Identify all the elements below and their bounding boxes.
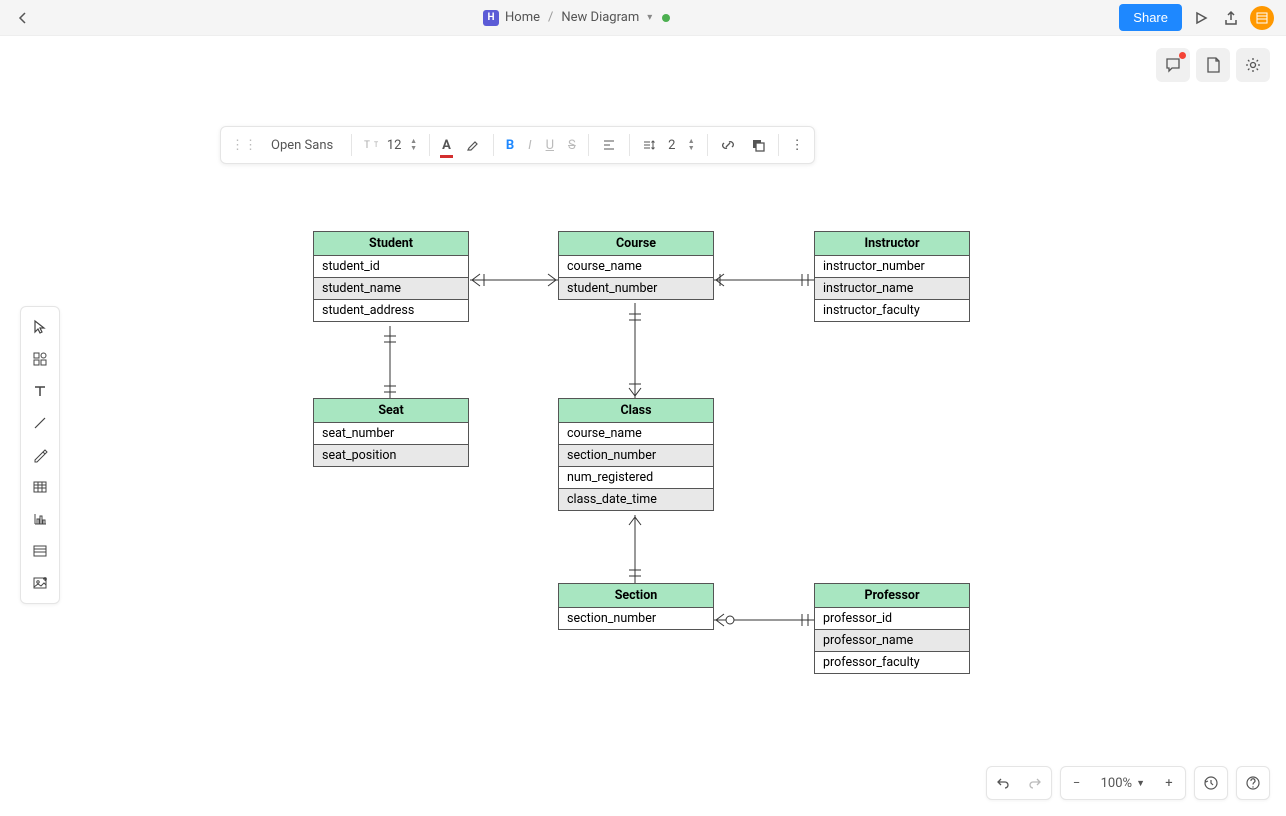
entity-title: Class [559, 399, 713, 423]
pen-tool[interactable] [25, 441, 55, 469]
entity-title: Instructor [815, 232, 969, 256]
entity-row[interactable]: student_number [559, 278, 713, 299]
align-button[interactable] [595, 130, 623, 160]
table-tool[interactable] [25, 473, 55, 501]
chevron-down-icon[interactable]: ▾ [647, 12, 652, 23]
sync-status-icon [662, 14, 670, 22]
settings-button[interactable] [1236, 48, 1270, 82]
zoom-in-button[interactable]: + [1153, 767, 1185, 799]
breadcrumb: H Home / New Diagram ▾ [34, 10, 1119, 26]
back-button[interactable] [12, 7, 34, 29]
entity-row[interactable]: course_name [559, 256, 713, 278]
entity-row[interactable]: student_address [314, 300, 468, 321]
font-size-input[interactable]: TT 12 ▲▼ [358, 130, 423, 160]
history-button[interactable] [1195, 767, 1227, 799]
entity-section[interactable]: Section section_number [558, 583, 714, 630]
strikethrough-button[interactable]: S [562, 130, 582, 160]
notification-dot [1179, 52, 1186, 59]
bottom-controls: − 100%▼ + [986, 766, 1270, 800]
entity-title: Student [314, 232, 468, 256]
line-tool[interactable] [25, 409, 55, 437]
entity-row[interactable]: instructor_name [815, 278, 969, 300]
help-button[interactable] [1237, 767, 1269, 799]
entity-course[interactable]: Course course_name student_number [558, 231, 714, 300]
bold-button[interactable]: B [500, 130, 520, 160]
notes-button[interactable] [1196, 48, 1230, 82]
document-name[interactable]: New Diagram [561, 10, 639, 25]
export-button[interactable] [1220, 7, 1242, 29]
app-header: H Home / New Diagram ▾ Share [0, 0, 1286, 36]
entity-title: Course [559, 232, 713, 256]
entity-row[interactable]: class_date_time [559, 489, 713, 510]
drag-handle-icon[interactable]: ⋮⋮ [225, 138, 263, 153]
entity-row[interactable]: seat_position [314, 445, 468, 466]
frame-tool[interactable] [25, 537, 55, 565]
entity-row[interactable]: professor_id [815, 608, 969, 630]
entity-row[interactable]: student_id [314, 256, 468, 278]
breadcrumb-separator: / [548, 10, 553, 25]
entity-title: Seat [314, 399, 468, 423]
entity-row[interactable]: section_number [559, 608, 713, 629]
entity-row[interactable]: professor_name [815, 630, 969, 652]
entity-title: Professor [815, 584, 969, 608]
entity-student[interactable]: Student student_id student_name student_… [313, 231, 469, 322]
select-tool[interactable] [25, 313, 55, 341]
entity-instructor[interactable]: Instructor instructor_number instructor_… [814, 231, 970, 322]
highlight-button[interactable] [459, 130, 487, 160]
layer-button[interactable] [744, 130, 772, 160]
zoom-level[interactable]: 100%▼ [1093, 767, 1153, 799]
entity-seat[interactable]: Seat seat_number seat_position [313, 398, 469, 467]
canvas[interactable]: ⋮⋮ Open Sans TT 12 ▲▼ A B I U S 2 ▲▼ ⋮ [0, 36, 1286, 816]
link-button[interactable] [714, 130, 742, 160]
present-button[interactable] [1190, 7, 1212, 29]
entity-title: Section [559, 584, 713, 608]
zoom-out-button[interactable]: − [1061, 767, 1093, 799]
italic-button[interactable]: I [522, 130, 537, 160]
app-logo: H [483, 10, 499, 26]
font-family-selector[interactable]: Open Sans [265, 130, 345, 160]
user-avatar[interactable] [1250, 6, 1274, 30]
canvas-top-controls [1156, 48, 1270, 82]
entity-row[interactable]: student_name [314, 278, 468, 300]
format-toolbar: ⋮⋮ Open Sans TT 12 ▲▼ A B I U S 2 ▲▼ ⋮ [220, 126, 815, 164]
comments-button[interactable] [1156, 48, 1190, 82]
share-button[interactable]: Share [1119, 4, 1182, 31]
left-toolbar [20, 306, 60, 604]
image-tool[interactable] [25, 569, 55, 597]
entity-row[interactable]: instructor_number [815, 256, 969, 278]
entity-row[interactable]: num_registered [559, 467, 713, 489]
entity-row[interactable]: instructor_faculty [815, 300, 969, 321]
entity-professor[interactable]: Professor professor_id professor_name pr… [814, 583, 970, 674]
entity-row[interactable]: seat_number [314, 423, 468, 445]
entity-row[interactable]: section_number [559, 445, 713, 467]
shapes-tool[interactable] [25, 345, 55, 373]
entity-row[interactable]: professor_faculty [815, 652, 969, 673]
breadcrumb-home[interactable]: Home [505, 10, 540, 25]
undo-button[interactable] [987, 767, 1019, 799]
chart-tool[interactable] [25, 505, 55, 533]
redo-button[interactable] [1019, 767, 1051, 799]
line-spacing-input[interactable]: 2 ▲▼ [636, 130, 701, 160]
font-color-button[interactable]: A [436, 130, 457, 160]
underline-button[interactable]: U [540, 130, 560, 160]
text-tool[interactable] [25, 377, 55, 405]
entity-row[interactable]: course_name [559, 423, 713, 445]
entity-class[interactable]: Class course_name section_number num_reg… [558, 398, 714, 511]
more-options-button[interactable]: ⋮ [785, 130, 810, 160]
